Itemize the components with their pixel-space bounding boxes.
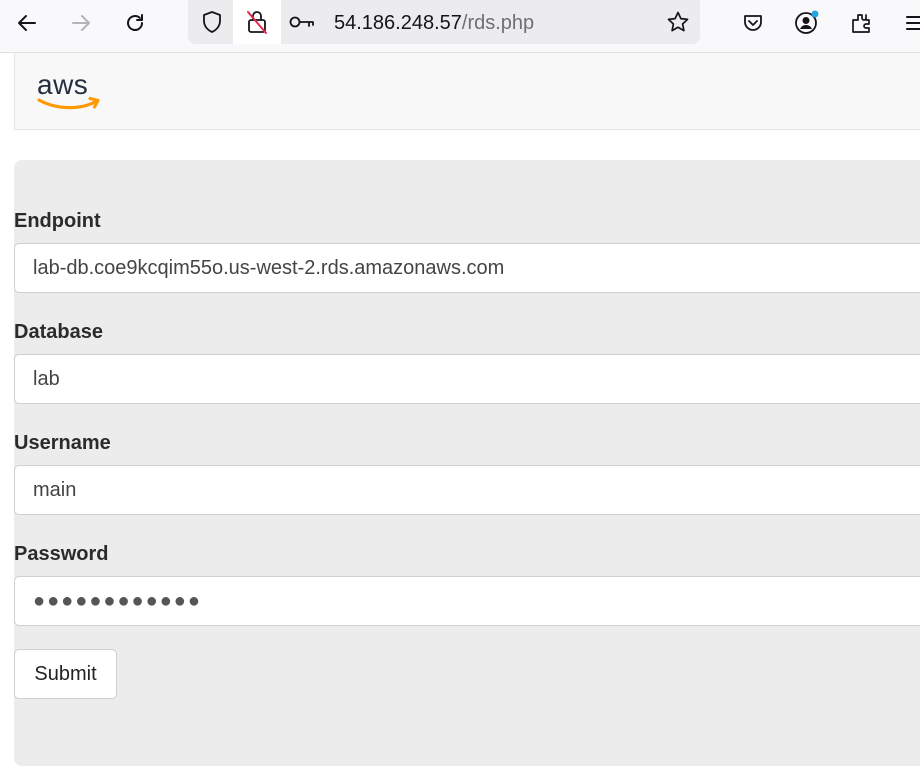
submit-button[interactable]: Submit	[14, 649, 117, 699]
username-input[interactable]	[14, 465, 920, 515]
database-input[interactable]	[14, 354, 920, 404]
database-label: Database	[14, 321, 103, 343]
extensions-icon[interactable]	[843, 8, 879, 38]
insecure-lock-icon[interactable]	[233, 0, 281, 44]
aws-logo[interactable]: aws	[37, 71, 103, 111]
menu-icon[interactable]	[895, 8, 920, 38]
account-icon[interactable]	[789, 8, 825, 38]
endpoint-input[interactable]	[14, 243, 920, 293]
page-header: aws	[14, 53, 920, 130]
forward-icon[interactable]	[63, 8, 99, 38]
reload-icon[interactable]	[117, 8, 153, 38]
aws-logo-text: aws	[37, 69, 89, 100]
back-icon[interactable]	[9, 8, 45, 38]
username-label: Username	[14, 432, 111, 454]
rds-form-panel: Endpoint Database Username Password ●●●●…	[14, 160, 920, 766]
password-label: Password	[14, 543, 109, 565]
url-path: /rds.php	[461, 12, 535, 34]
endpoint-label: Endpoint	[14, 210, 101, 232]
url-host: 54.186.248.57	[334, 12, 462, 34]
browser-toolbar: 54.186.248.57/rds.php	[0, 0, 920, 53]
pocket-icon[interactable]	[735, 8, 771, 38]
star-icon[interactable]	[664, 8, 692, 36]
shield-icon[interactable]	[198, 8, 226, 36]
password-input[interactable]: ●●●●●●●●●●●●	[14, 576, 920, 626]
password-masked-value: ●●●●●●●●●●●●	[33, 589, 202, 612]
notification-dot	[811, 10, 819, 18]
key-icon[interactable]	[288, 8, 316, 36]
url-text[interactable]: 54.186.248.57/rds.php	[334, 11, 534, 35]
url-bar[interactable]: 54.186.248.57/rds.php	[188, 0, 700, 44]
